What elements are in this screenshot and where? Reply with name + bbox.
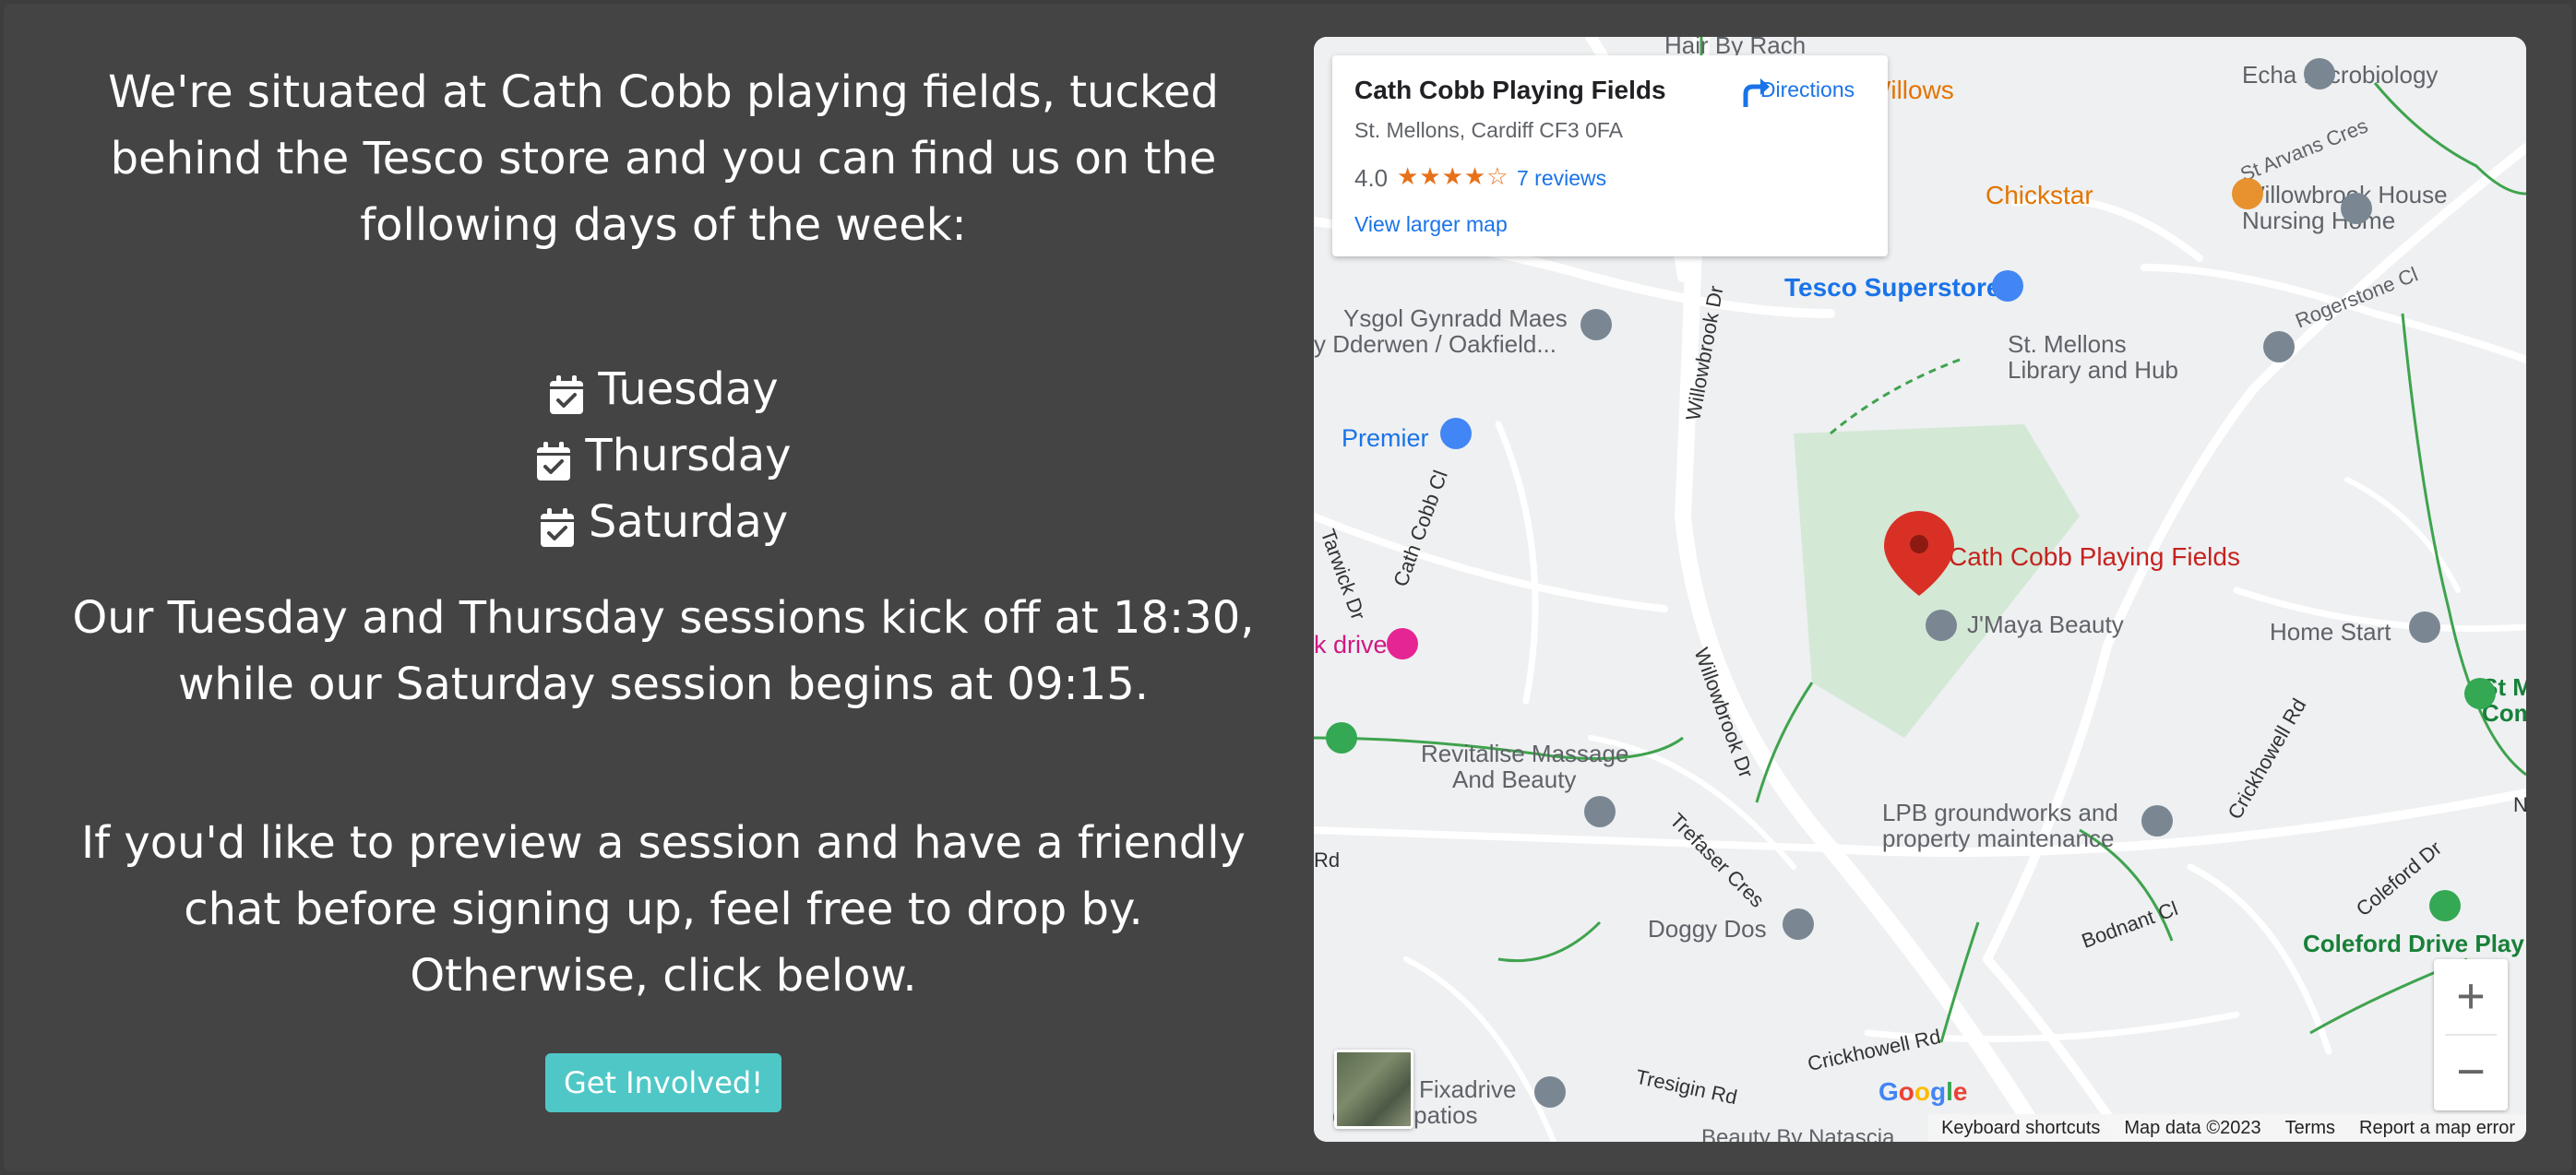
reviews-link[interactable]: 7 reviews bbox=[1517, 166, 1606, 191]
days-list: Tuesday Thursday Saturday bbox=[68, 356, 1258, 555]
day-thursday: Thursday bbox=[68, 422, 1258, 489]
preview-line-1: If you'd like to preview a session and h… bbox=[81, 817, 1246, 869]
rating-value: 4.0 bbox=[1354, 164, 1389, 192]
map-data-label: Map data ©2023 bbox=[2124, 1117, 2261, 1138]
view-larger-map-link[interactable]: View larger map bbox=[1354, 212, 1508, 237]
calendar-check-icon bbox=[535, 434, 572, 481]
sessions-line-1: Our Tuesday and Thursday sessions kick o… bbox=[72, 592, 1255, 644]
directions-button[interactable]: Directions bbox=[1738, 74, 1877, 107]
get-involved-button[interactable]: Get Involved! bbox=[544, 1053, 782, 1112]
intro-line-1: We're situated at Cath Cobb playing fiel… bbox=[108, 66, 1219, 118]
day-saturday: Saturday bbox=[68, 489, 1258, 555]
day-label: Tuesday bbox=[598, 363, 779, 415]
google-logo: Google bbox=[1878, 1077, 1968, 1106]
calendar-check-icon bbox=[539, 501, 576, 547]
info-column: We're situated at Cath Cobb playing fiel… bbox=[68, 59, 1258, 1112]
calendar-check-icon bbox=[548, 368, 585, 414]
map-attribution-bar: Keyboard shortcuts Map data ©2023 Terms … bbox=[1928, 1114, 2526, 1142]
content-panel: We're situated at Cath Cobb playing fiel… bbox=[4, 4, 2572, 1171]
terms-link[interactable]: Terms bbox=[2285, 1118, 2335, 1139]
zoom-in-button[interactable]: + bbox=[2434, 959, 2508, 1033]
report-map-error-link[interactable]: Report a map error bbox=[2359, 1118, 2515, 1139]
intro-text: We're situated at Cath Cobb playing fiel… bbox=[68, 59, 1258, 258]
location-pin-icon bbox=[1884, 511, 1954, 596]
preview-line-3: Otherwise, click below. bbox=[410, 950, 917, 1002]
star-rating-icon: ★★★★☆ bbox=[1397, 162, 1509, 190]
day-tuesday: Tuesday bbox=[68, 356, 1258, 422]
keyboard-shortcuts-link[interactable]: Keyboard shortcuts bbox=[1941, 1118, 2100, 1139]
satellite-toggle-button[interactable] bbox=[1334, 1050, 1413, 1129]
preview-line-2: chat before signing up, feel free to dro… bbox=[184, 884, 1143, 935]
zoom-controls: + − bbox=[2434, 959, 2508, 1110]
intro-line-3: following days of the week: bbox=[360, 199, 967, 251]
place-info-card: Cath Cobb Playing Fields St. Mellons, Ca… bbox=[1332, 55, 1888, 256]
place-name: Cath Cobb Playing Fields bbox=[1354, 76, 1666, 104]
zoom-out-button[interactable]: − bbox=[2434, 1035, 2508, 1109]
day-label: Thursday bbox=[585, 430, 792, 481]
embedded-map[interactable]: Hair By Rach he Willows Echa Microbiolog… bbox=[1314, 37, 2526, 1142]
sessions-line-2: while our Saturday session begins at 09:… bbox=[178, 659, 1149, 710]
preview-text: If you'd like to preview a session and h… bbox=[68, 810, 1258, 1009]
directions-icon bbox=[1743, 78, 1770, 107]
sessions-text: Our Tuesday and Thursday sessions kick o… bbox=[68, 585, 1258, 718]
day-label: Saturday bbox=[588, 496, 789, 548]
intro-line-2: behind the Tesco store and you can find … bbox=[110, 133, 1217, 184]
place-address: St. Mellons, Cardiff CF3 0FA bbox=[1354, 118, 1624, 142]
